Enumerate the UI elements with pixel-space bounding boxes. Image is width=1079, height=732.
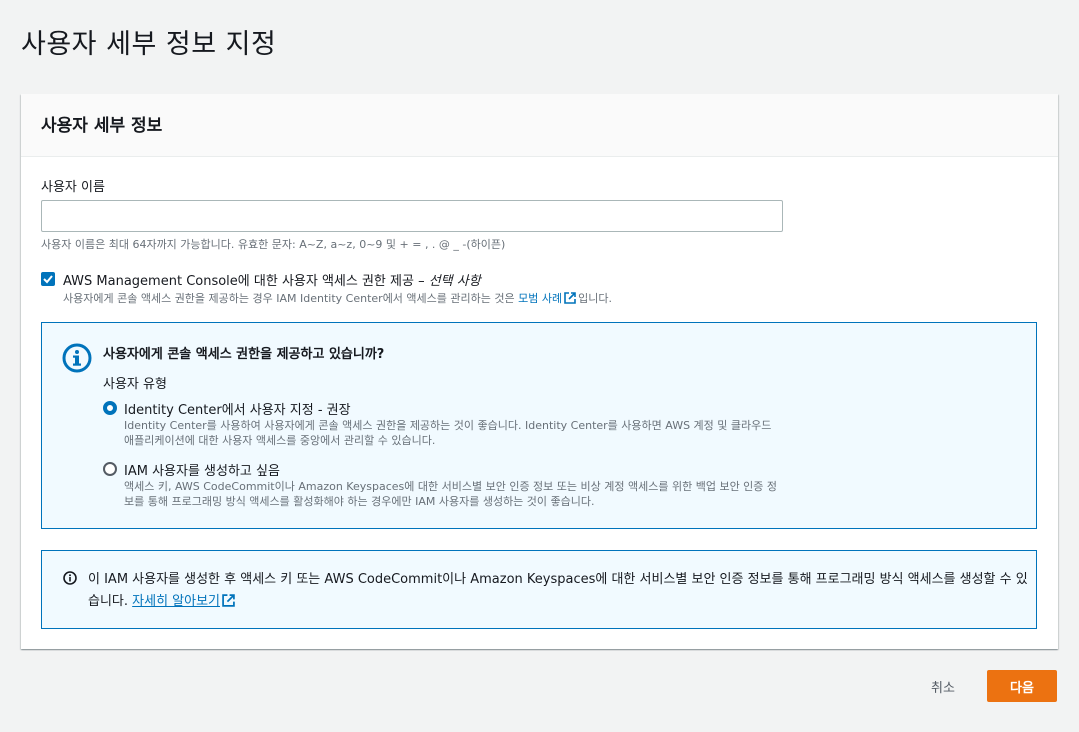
info-box-title: 사용자에게 콘솔 액세스 권한을 제공하고 있습니까? [103, 347, 385, 362]
user-details-card: 사용자 세부 정보 사용자 이름 사용자 이름은 최대 64자까지 가능합니다.… [21, 94, 1058, 649]
external-link-icon [222, 594, 235, 607]
cancel-button[interactable]: 취소 [918, 670, 968, 702]
option-identity-center-desc: Identity Center를 사용하여 사용자에게 콘솔 액세스 권한을 제… [124, 419, 772, 447]
info-icon [63, 571, 77, 585]
external-link-icon [564, 292, 576, 304]
console-access-optional: 선택 사항 [428, 274, 481, 289]
option-iam-user-desc: 액세스 키, AWS CodeCommit이나 Amazon Keyspaces… [124, 480, 778, 508]
radio-iam-user[interactable] [103, 462, 117, 476]
card-title: 사용자 세부 정보 [41, 116, 163, 136]
console-access-desc-after: 입니다. [578, 292, 612, 305]
card-header: 사용자 세부 정보 [21, 94, 1058, 157]
console-access-label-text: AWS Management Console에 대한 사용자 액세스 권한 제공… [63, 274, 425, 289]
username-input[interactable] [41, 200, 783, 232]
option-iam-user-label[interactable]: IAM 사용자를 생성하고 싶음 [124, 460, 280, 479]
console-access-checkbox[interactable] [41, 272, 55, 286]
best-practice-link-text: 모범 사례 [518, 292, 563, 305]
page-title: 사용자 세부 정보 지정 [21, 29, 277, 60]
next-button[interactable]: 다음 [987, 670, 1057, 702]
radio-identity-center[interactable] [103, 401, 117, 415]
learn-more-link-text: 자세히 알아보기 [132, 594, 221, 609]
username-hint: 사용자 이름은 최대 64자까지 가능합니다. 유효한 문자: A~Z, a~z… [41, 238, 506, 251]
console-access-label[interactable]: AWS Management Console에 대한 사용자 액세스 권한 제공… [63, 270, 481, 289]
user-type-label: 사용자 유형 [103, 377, 167, 392]
username-label: 사용자 이름 [41, 180, 105, 195]
checkmark-icon [43, 275, 53, 284]
best-practice-link[interactable]: 모범 사례 [518, 292, 578, 305]
learn-more-link[interactable]: 자세히 알아보기 [132, 594, 220, 609]
programmatic-access-info-box: 이 IAM 사용자를 생성한 후 액세스 키 또는 AWS CodeCommit… [41, 550, 1037, 629]
info-icon [62, 343, 92, 373]
console-access-desc-before: 사용자에게 콘솔 액세스 권한을 제공하는 경우 IAM Identity Ce… [63, 292, 515, 305]
console-access-info-box: 사용자에게 콘솔 액세스 권한을 제공하고 있습니까? 사용자 유형 Ident… [41, 322, 1037, 529]
option-identity-center-label[interactable]: Identity Center에서 사용자 지정 - 권장 [124, 399, 351, 418]
console-access-description: 사용자에게 콘솔 액세스 권한을 제공하는 경우 IAM Identity Ce… [63, 290, 612, 306]
programmatic-access-text: 이 IAM 사용자를 생성한 후 액세스 키 또는 AWS CodeCommit… [88, 569, 1028, 613]
